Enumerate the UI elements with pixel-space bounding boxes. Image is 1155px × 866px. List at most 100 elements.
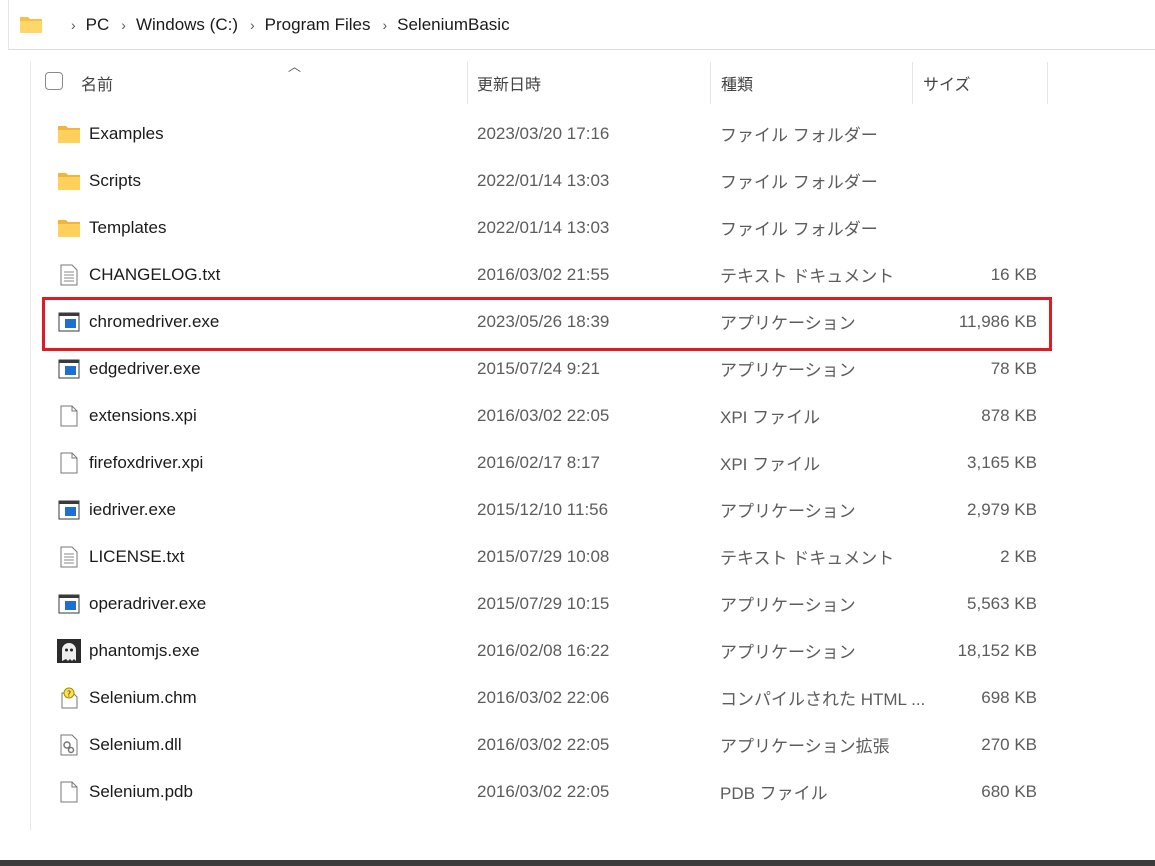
- file-name-cell: CHANGELOG.txt: [57, 251, 220, 298]
- file-row[interactable]: Selenium.pdb 2016/03/02 22:05 PDB ファイル 680 …: [31, 768, 1051, 815]
- file-type: アプリケーション拡張: [720, 737, 890, 756]
- file-size: 78 KB: [990, 358, 1037, 378]
- file-size: 698 KB: [981, 687, 1037, 707]
- file-type: ファイル フォルダー: [720, 173, 878, 192]
- column-header-date[interactable]: 更新日時: [467, 62, 711, 104]
- file-name-cell: Examples: [57, 110, 164, 157]
- file-name: phantomjs.exe: [89, 640, 200, 660]
- file-type: アプリケーション: [720, 361, 856, 380]
- folder-icon: [57, 122, 81, 146]
- ghost-icon: [57, 638, 81, 663]
- file-name-cell: Selenium.dll: [57, 721, 182, 768]
- file-row[interactable]: iedriver.exe 2015/12/10 11:56 アプリケーション 2,97…: [31, 486, 1051, 533]
- file-type: アプリケーション: [720, 596, 856, 615]
- file-type: アプリケーション: [720, 643, 856, 662]
- file-name-cell: edgedriver.exe: [57, 345, 201, 392]
- file-date: 2016/02/08 16:22: [477, 640, 610, 660]
- file-size: 3,165 KB: [967, 452, 1037, 472]
- file-name-cell: Scripts: [57, 157, 141, 204]
- file-type: アプリケーション: [720, 502, 856, 521]
- column-header-date-label: 更新日時: [477, 77, 542, 94]
- app-icon: [57, 357, 81, 381]
- file-date: 2016/03/02 22:05: [477, 405, 610, 425]
- file-name-cell: chromedriver.exe: [57, 298, 219, 345]
- file-row[interactable]: Scripts 2022/01/14 13:03 ファイル フォルダー: [31, 157, 1051, 204]
- column-header-type[interactable]: 種類: [711, 62, 913, 104]
- file-row[interactable]: firefoxdriver.xpi 2016/02/17 8:17 XPI ファイル…: [31, 439, 1051, 486]
- file-row[interactable]: operadriver.exe 2015/07/29 10:15 アプリケーション 5…: [31, 580, 1051, 627]
- file-name: Examples: [89, 123, 164, 143]
- file-date: 2023/05/26 18:39: [477, 311, 610, 331]
- file-type: PDB ファイル: [720, 784, 828, 803]
- file-row[interactable]: Templates 2022/01/14 13:03 ファイル フォルダー: [31, 204, 1051, 251]
- file-size: 2,979 KB: [967, 499, 1037, 519]
- column-header-type-label: 種類: [721, 77, 754, 94]
- file-name-cell: Selenium.pdb: [57, 768, 193, 815]
- file-size: 680 KB: [981, 781, 1037, 801]
- file-date: 2016/03/02 22:06: [477, 687, 610, 707]
- breadcrumb-item[interactable]: Program Files: [265, 15, 371, 35]
- file-name-cell: firefoxdriver.xpi: [57, 439, 203, 486]
- file-name: iedriver.exe: [89, 499, 176, 519]
- file-date: 2015/07/29 10:08: [477, 546, 610, 566]
- file-list-pane: 名前 ︿ 更新日時 種類 サイズ Examples 2023/03/20 17:1…: [30, 62, 1155, 830]
- file-name-cell: LICENSE.txt: [57, 533, 184, 580]
- chevron-right-icon[interactable]: ›: [250, 17, 255, 33]
- file-row[interactable]: edgedriver.exe 2015/07/24 9:21 アプリケーション 78 …: [31, 345, 1051, 392]
- dll-file-icon: [57, 733, 81, 757]
- file-name: Selenium.pdb: [89, 781, 193, 801]
- column-header-row: 名前 ︿ 更新日時 種類 サイズ: [31, 62, 1051, 104]
- file-name: extensions.xpi: [89, 405, 197, 425]
- file-date: 2022/01/14 13:03: [477, 170, 610, 190]
- file-date: 2023/03/20 17:16: [477, 123, 610, 143]
- breadcrumb-item[interactable]: Windows (C:): [136, 15, 238, 35]
- file-type: ファイル フォルダー: [720, 220, 878, 239]
- file-name: edgedriver.exe: [89, 358, 201, 378]
- file-type: アプリケーション: [720, 314, 856, 333]
- file-name-cell: operadriver.exe: [57, 580, 206, 627]
- file-name: Selenium.dll: [89, 734, 182, 754]
- file-row[interactable]: extensions.xpi 2016/03/02 22:05 XPI ファイル 87…: [31, 392, 1051, 439]
- file-name: chromedriver.exe: [89, 311, 220, 331]
- app-icon: [57, 498, 81, 522]
- file-date: 2016/03/02 22:05: [477, 734, 610, 754]
- file-size: 11,986 KB: [958, 311, 1037, 331]
- file-type: テキスト ドキュメント: [720, 549, 895, 568]
- breadcrumb-item[interactable]: SeleniumBasic: [397, 15, 509, 35]
- app-icon: [57, 310, 81, 334]
- file-name: Templates: [89, 217, 167, 237]
- folder-icon: [19, 13, 43, 40]
- file-type: ファイル フォルダー: [720, 126, 878, 145]
- chevron-right-icon[interactable]: ›: [121, 17, 126, 33]
- file-size: 270 KB: [981, 734, 1037, 754]
- text-file-icon: [57, 545, 81, 569]
- file-date: 2015/07/24 9:21: [477, 358, 600, 378]
- file-date: 2015/07/29 10:15: [477, 593, 610, 613]
- column-header-size-label: サイズ: [923, 77, 971, 94]
- chevron-right-icon[interactable]: ›: [382, 17, 387, 33]
- file-name-cell: ? Selenium.chm: [57, 674, 197, 721]
- file-row[interactable]: LICENSE.txt 2015/07/29 10:08 テキスト ドキュメント 2 …: [31, 533, 1051, 580]
- blank-file-icon: [57, 404, 81, 428]
- column-header-name[interactable]: 名前 ︿: [71, 62, 468, 104]
- chevron-right-icon[interactable]: ›: [71, 17, 76, 33]
- file-row[interactable]: phantomjs.exe 2016/02/08 16:22 アプリケーション 18,…: [31, 627, 1051, 674]
- column-header-size[interactable]: サイズ: [913, 62, 1048, 104]
- file-date: 2016/03/02 22:05: [477, 781, 610, 801]
- breadcrumb-item[interactable]: PC: [86, 15, 110, 35]
- file-size: 2 KB: [1000, 546, 1037, 566]
- column-header-name-label: 名前: [81, 77, 114, 94]
- file-row[interactable]: Examples 2023/03/20 17:16 ファイル フォルダー: [31, 110, 1051, 157]
- file-row[interactable]: CHANGELOG.txt 2016/03/02 21:55 テキスト ドキュメント…: [31, 251, 1051, 298]
- help-file-icon: ?: [57, 686, 81, 710]
- folder-icon: [57, 169, 81, 193]
- file-row[interactable]: Selenium.dll 2016/03/02 22:05 アプリケーション拡張 27…: [31, 721, 1051, 768]
- blank-file-icon: [57, 451, 81, 475]
- file-row[interactable]: chromedriver.exe 2023/05/26 18:39 アプリケーション…: [31, 298, 1051, 345]
- select-all-checkbox[interactable]: [45, 72, 63, 90]
- file-type: XPI ファイル: [720, 408, 821, 427]
- file-row[interactable]: ? Selenium.chm 2016/03/02 22:06 コンパイルされた HT…: [31, 674, 1051, 721]
- address-bar[interactable]: › PC › Windows (C:) › Program Files › SeleniumB…: [8, 0, 1155, 50]
- file-date: 2016/03/02 21:55: [477, 264, 610, 284]
- app-icon: [57, 592, 81, 616]
